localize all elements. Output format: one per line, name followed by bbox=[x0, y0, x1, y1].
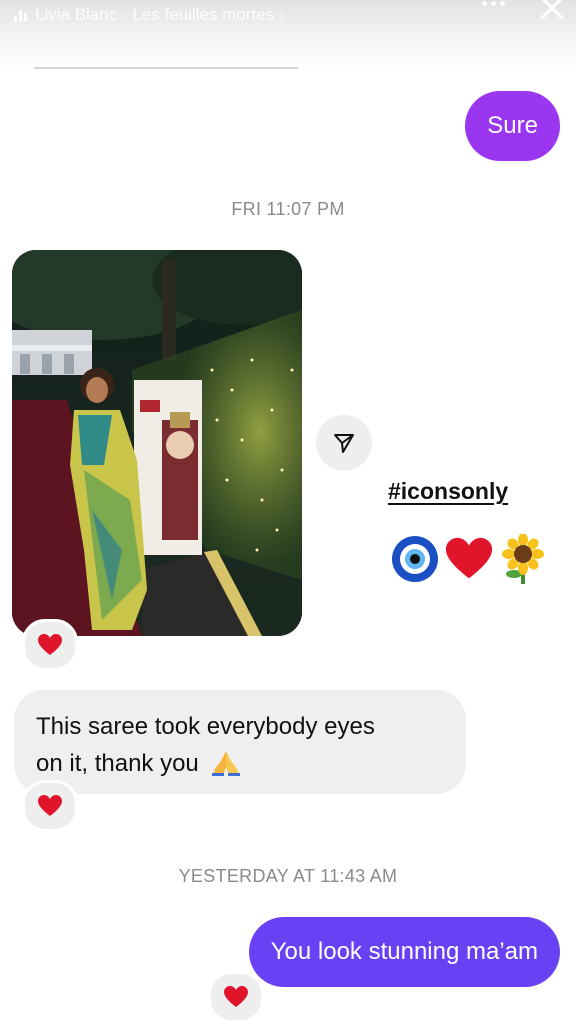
timestamp: YESTERDAY AT 11:43 AM bbox=[178, 866, 398, 886]
message-text: You look stunning ma’am bbox=[270, 938, 538, 965]
reaction-badge[interactable] bbox=[22, 780, 78, 832]
nazar-amulet-icon bbox=[392, 536, 438, 582]
music-title: Livia Blanc · Les feuilles mortes bbox=[35, 5, 275, 24]
red-heart-icon bbox=[38, 795, 62, 816]
close-icon[interactable] bbox=[534, 0, 570, 26]
music-label[interactable]: Livia Blanc · Les feuilles mortes › bbox=[14, 4, 285, 26]
message-text-line: This saree took everybody eyes bbox=[36, 713, 375, 740]
photo-image bbox=[12, 250, 302, 636]
sent-message-bubble[interactable]: You look stunning ma’am bbox=[248, 917, 560, 987]
sent-message-bubble[interactable]: Sure bbox=[465, 91, 560, 161]
divider bbox=[34, 67, 298, 69]
received-message-bubble[interactable]: This saree took everybody eyes on it, th… bbox=[14, 690, 466, 794]
message-text: Sure bbox=[487, 112, 538, 139]
share-button[interactable] bbox=[316, 415, 372, 471]
paper-plane-icon bbox=[334, 434, 354, 453]
more-options-icon[interactable] bbox=[478, 0, 508, 10]
story-photo[interactable] bbox=[12, 250, 302, 636]
message-text-line: on it, thank you bbox=[36, 745, 444, 782]
hashtag-sticker[interactable]: #iconsonly bbox=[388, 478, 508, 505]
red-heart-icon bbox=[445, 537, 493, 579]
timestamp: FRI 11:07 PM bbox=[231, 199, 345, 219]
red-heart-icon bbox=[38, 634, 62, 655]
reaction-badge[interactable] bbox=[22, 619, 78, 671]
folded-hands-icon bbox=[212, 751, 241, 776]
red-heart-icon bbox=[224, 986, 248, 1007]
emoji-sticker-row bbox=[390, 534, 548, 584]
chevron-right-icon: › bbox=[280, 6, 286, 24]
sunflower-icon bbox=[502, 534, 544, 584]
reaction-badge[interactable] bbox=[208, 971, 264, 1023]
music-bars-icon bbox=[14, 8, 27, 22]
story-header: Livia Blanc · Les feuilles mortes › bbox=[0, 0, 576, 72]
